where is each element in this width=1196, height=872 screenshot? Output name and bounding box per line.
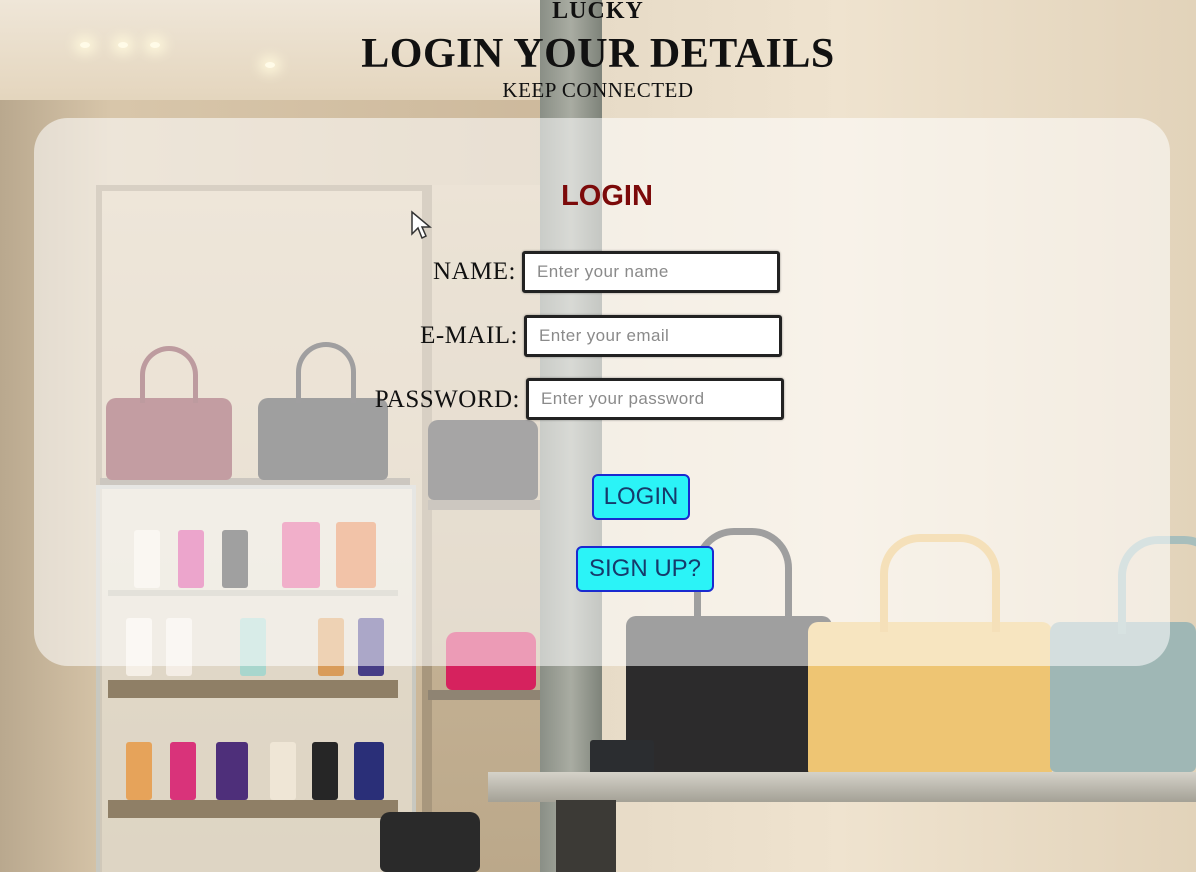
mouse-pointer-icon [411, 210, 432, 240]
display-counter [488, 772, 1196, 802]
shelf [428, 690, 546, 700]
counter-leg [556, 800, 616, 872]
handbag [380, 812, 480, 872]
name-label: NAME: [432, 258, 516, 285]
password-input[interactable] [526, 378, 784, 420]
page-subtitle: KEEP CONNECTED [502, 78, 694, 102]
wallet [354, 742, 384, 800]
email-label: E-MAIL: [420, 322, 518, 349]
password-label: PASSWORD: [374, 386, 520, 413]
name-input[interactable] [522, 251, 780, 293]
brand-name: LUCKY [552, 0, 644, 24]
wallet [270, 742, 296, 800]
login-heading: LOGIN [561, 180, 653, 212]
shelf [108, 800, 398, 818]
page-title: LOGIN YOUR DETAILS [361, 31, 835, 77]
login-button[interactable]: LOGIN [592, 474, 690, 520]
email-input[interactable] [524, 315, 782, 357]
wallet [216, 742, 248, 800]
wallet [170, 742, 196, 800]
signup-button[interactable]: SIGN UP? [576, 546, 714, 592]
wallet [126, 742, 152, 800]
shelf [108, 680, 398, 698]
wallet [312, 742, 338, 800]
